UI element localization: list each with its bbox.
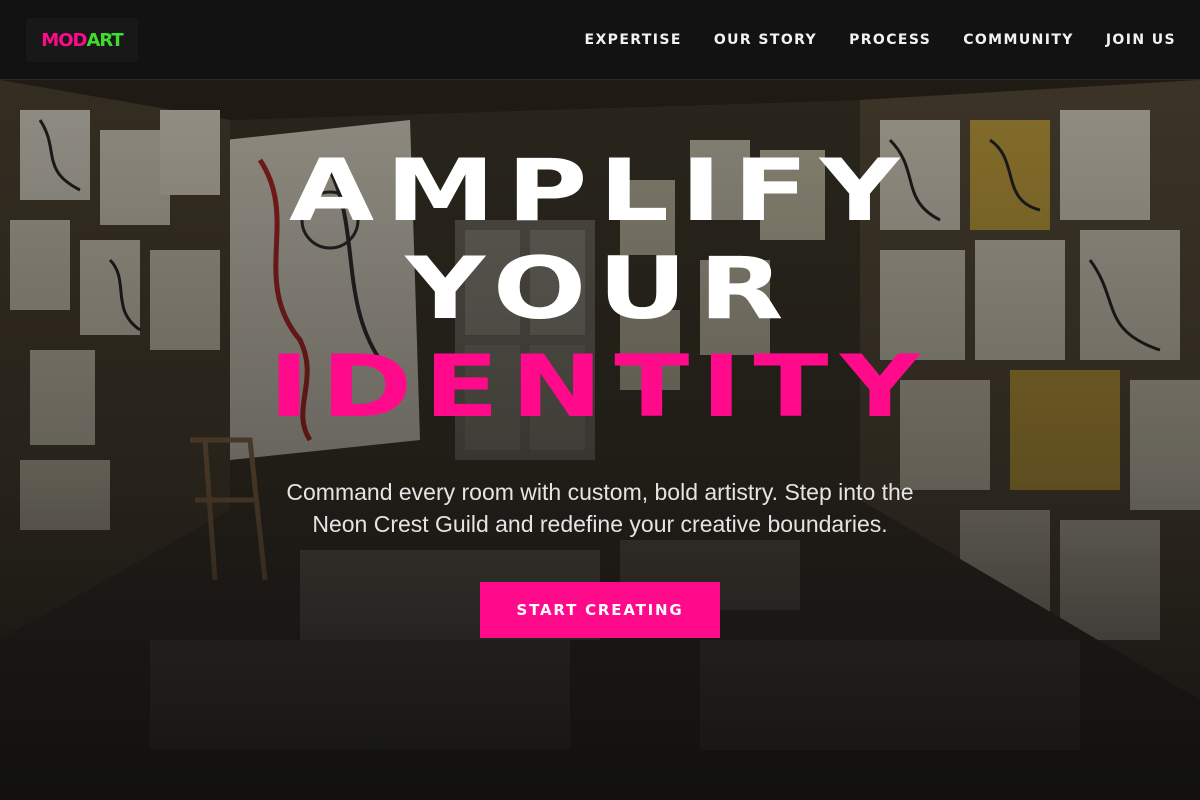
- hero-section: AMPLIFY YOUR IDENTITY Command every room…: [0, 80, 1200, 800]
- nav-item-expertise[interactable]: EXPERTISE: [585, 32, 682, 48]
- logo[interactable]: MODART: [26, 18, 138, 62]
- headline-line-1: AMPLIFY: [288, 141, 912, 241]
- nav-item-our-story[interactable]: OUR STORY: [714, 32, 817, 48]
- site-header: MODART EXPERTISE OUR STORY PROCESS COMMU…: [0, 0, 1200, 80]
- start-creating-button[interactable]: START CREATING: [480, 582, 720, 638]
- main-nav: EXPERTISE OUR STORY PROCESS COMMUNITY JO…: [553, 0, 1176, 80]
- nav-item-process[interactable]: PROCESS: [849, 32, 931, 48]
- hero-subtitle: Command every room with custom, bold art…: [286, 479, 914, 537]
- headline-line-2: YOUR: [405, 239, 795, 339]
- nav-item-join-us[interactable]: JOIN US: [1106, 32, 1176, 48]
- logo-art: ART: [86, 29, 123, 51]
- nav-item-community[interactable]: COMMUNITY: [963, 32, 1074, 48]
- logo-text: MODART: [41, 29, 123, 51]
- headline-line-3: IDENTITY: [268, 337, 932, 437]
- logo-mod: MOD: [41, 29, 87, 51]
- hero-content: AMPLIFY YOUR IDENTITY Command every room…: [0, 142, 1200, 638]
